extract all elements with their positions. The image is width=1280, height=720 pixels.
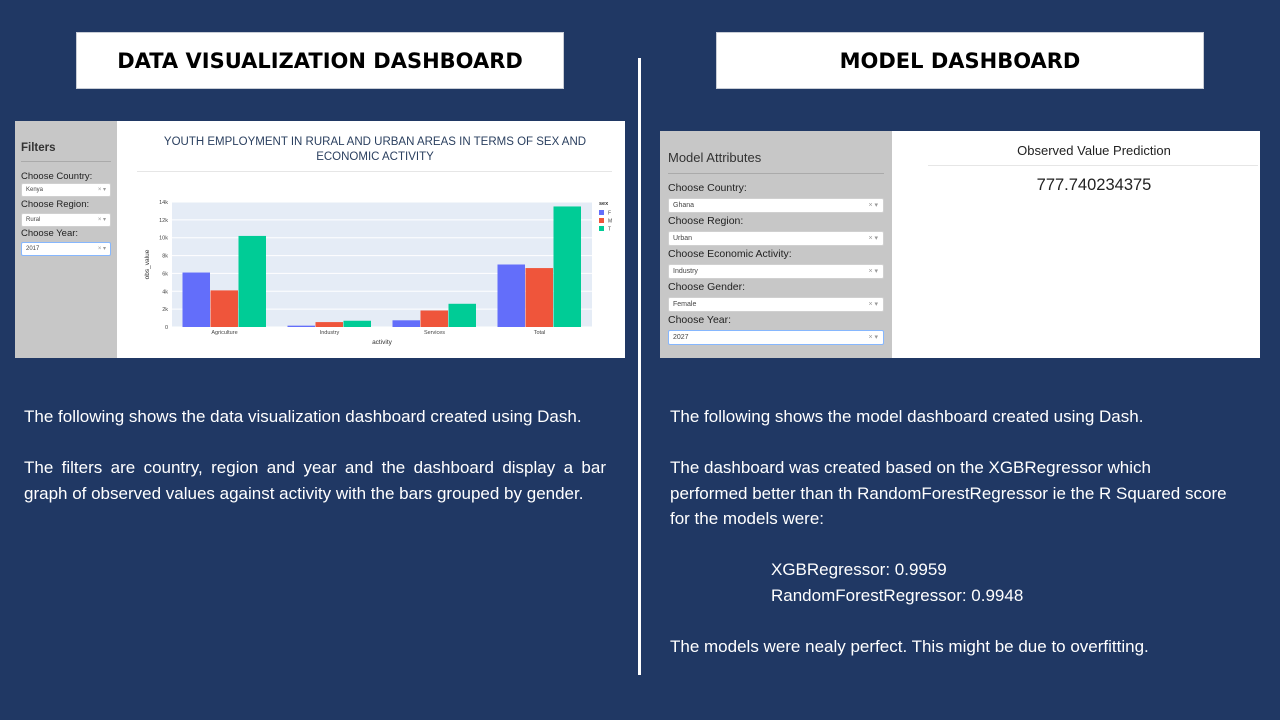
country-select[interactable]: Ghana × ▾ (668, 198, 884, 213)
bar (287, 325, 315, 327)
filters-sidebar: Filters Choose Country: Kenya × ▾ Choose… (15, 121, 117, 358)
x-tick-label: Total (534, 330, 546, 336)
clear-dropdown-icon[interactable]: × ▾ (868, 265, 878, 278)
prediction-title: Observed Value Prediction (1017, 143, 1171, 158)
bar (392, 320, 420, 327)
legend-label: M (608, 219, 612, 225)
chart-title-divider (137, 171, 612, 172)
region-label: Choose Region: (668, 215, 744, 227)
bar (448, 303, 476, 327)
left-paragraph: The following shows the data visualizati… (24, 407, 582, 426)
filters-divider (21, 161, 111, 162)
y-tick-label: 6k (162, 271, 168, 277)
x-tick-label: Services (424, 330, 445, 336)
model-dashboard-screenshot: Model Attributes Choose Country: Ghana ×… (660, 131, 1260, 358)
bar (343, 320, 371, 327)
vertical-divider (638, 58, 641, 675)
left-description: The following shows the data visualizati… (24, 404, 606, 532)
y-tick-label: 14k (159, 200, 168, 206)
y-tick-label: 4k (162, 289, 168, 295)
prediction-value: 777.740234375 (1036, 176, 1152, 194)
gender-select-value: Female (673, 301, 697, 308)
x-tick-label: Agriculture (211, 330, 237, 336)
country-select-value: Kenya (26, 187, 44, 193)
bar (420, 310, 448, 327)
x-axis-label: activity (372, 339, 393, 346)
chart-title: YOUTH EMPLOYMENT IN RURAL AND URBAN AREA… (163, 136, 587, 163)
data-visualization-screenshot: Filters Choose Country: Kenya × ▾ Choose… (15, 121, 625, 358)
right-closing: The models were nealy perfect. This migh… (670, 636, 1149, 656)
right-paragraph: The dashboard was created based on the X… (670, 458, 1227, 528)
gender-select[interactable]: Female × ▾ (668, 297, 884, 312)
model-dashboard-title: MODEL DASHBOARD (716, 32, 1204, 89)
gender-label: Choose Gender: (668, 281, 746, 293)
bar (497, 264, 525, 327)
year-select[interactable]: 2027 × ▾ (668, 330, 884, 345)
legend-label: F (608, 211, 611, 217)
clear-dropdown-icon[interactable]: × ▾ (868, 232, 878, 245)
filters-title: Filters (21, 142, 56, 154)
region-select[interactable]: Rural × ▾ (21, 213, 111, 227)
y-tick-label: 8k (162, 254, 168, 260)
bar (210, 290, 238, 327)
region-label: Choose Region: (21, 199, 90, 210)
country-select-value: Ghana (673, 202, 695, 209)
year-label: Choose Year: (21, 228, 79, 239)
data-visualization-title: DATA VISUALIZATION DASHBOARD (76, 32, 564, 89)
region-select[interactable]: Urban × ▾ (668, 231, 884, 246)
region-select-value: Urban (673, 235, 693, 242)
bar (315, 322, 343, 327)
legend-label: T (608, 227, 611, 233)
y-tick-label: 2k (162, 307, 168, 313)
clear-dropdown-icon[interactable]: × ▾ (98, 243, 106, 255)
model-attributes-title: Model Attributes (668, 150, 762, 165)
clear-dropdown-icon[interactable]: × ▾ (98, 184, 106, 196)
right-description: The following shows the model dashboard … (670, 404, 1230, 685)
year-select-value: 2027 (673, 334, 689, 341)
legend-swatch (599, 218, 604, 223)
bar (238, 235, 266, 327)
clear-dropdown-icon[interactable]: × ▾ (868, 298, 878, 311)
year-select-value: 2017 (26, 246, 40, 252)
score-line: RandomForestRegressor: 0.9948 (771, 585, 1024, 605)
clear-dropdown-icon[interactable]: × ▾ (868, 331, 878, 344)
bar-chart: 0 2k 4k 6k 8k 10k 12k 14k Agriculture Industry Ser… (144, 200, 612, 346)
y-tick-label: 0 (165, 325, 168, 331)
country-label: Choose Country: (21, 171, 93, 182)
right-paragraph: The following shows the model dashboard … (670, 407, 1144, 426)
left-paragraph: The filters are country, region and year… (24, 458, 606, 503)
legend-swatch (599, 210, 604, 215)
year-label: Choose Year: (668, 314, 732, 326)
country-label: Choose Country: (668, 182, 747, 194)
clear-dropdown-icon[interactable]: × ▾ (868, 199, 878, 212)
attributes-divider (668, 173, 884, 174)
score-line: XGBRegressor: 0.9959 (771, 560, 947, 579)
activity-label: Choose Economic Activity: (668, 248, 792, 260)
bar (525, 268, 553, 327)
model-attributes-sidebar: Model Attributes Choose Country: Ghana ×… (660, 131, 892, 358)
bar (182, 272, 210, 327)
region-select-value: Rural (26, 217, 41, 223)
y-tick-label: 12k (159, 218, 168, 224)
x-tick-label: Industry (320, 330, 340, 336)
prediction-divider (928, 165, 1258, 166)
country-select[interactable]: Kenya × ▾ (21, 183, 111, 197)
y-tick-label: 10k (159, 236, 168, 242)
legend-swatch (599, 226, 604, 231)
activity-select-value: Industry (673, 268, 698, 275)
year-select[interactable]: 2017 × ▾ (21, 242, 111, 256)
activity-select[interactable]: Industry × ▾ (668, 264, 884, 279)
clear-dropdown-icon[interactable]: × ▾ (98, 214, 106, 226)
y-axis-label: obs_value (144, 249, 151, 279)
bar (553, 206, 581, 327)
legend-title: sex (599, 201, 609, 207)
